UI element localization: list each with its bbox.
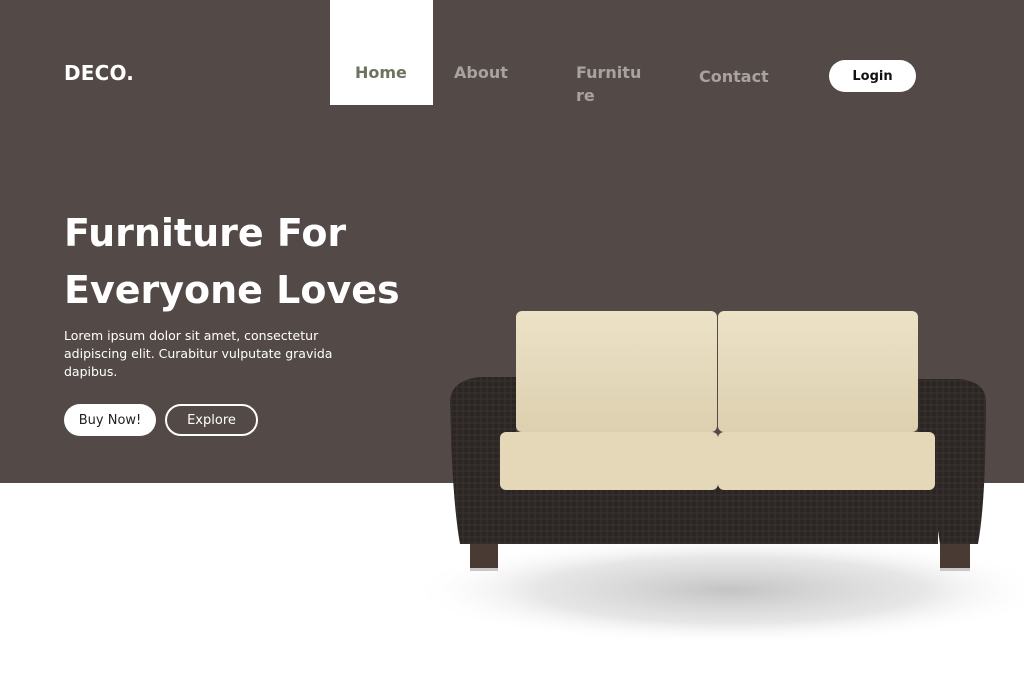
sofa-shadow xyxy=(410,535,1024,640)
hero-title: Furniture For Everyone Loves xyxy=(64,211,400,312)
nav-label-home: Home xyxy=(355,63,407,82)
explore-button[interactable]: Explore xyxy=(165,404,258,436)
nav-item-contact[interactable]: Contact xyxy=(699,65,769,88)
logo[interactable]: DECO. xyxy=(64,61,134,85)
buy-now-button[interactable]: Buy Now! xyxy=(64,404,156,436)
sofa-image xyxy=(410,311,1024,640)
hero-description: Lorem ipsum dolor sit amet, consectetur … xyxy=(64,328,333,379)
nav-item-home[interactable]: Home xyxy=(330,0,433,105)
nav-item-furniture[interactable]: Furniture xyxy=(576,61,648,107)
nav-item-about[interactable]: About xyxy=(454,61,508,84)
login-button[interactable]: Login xyxy=(829,60,916,92)
